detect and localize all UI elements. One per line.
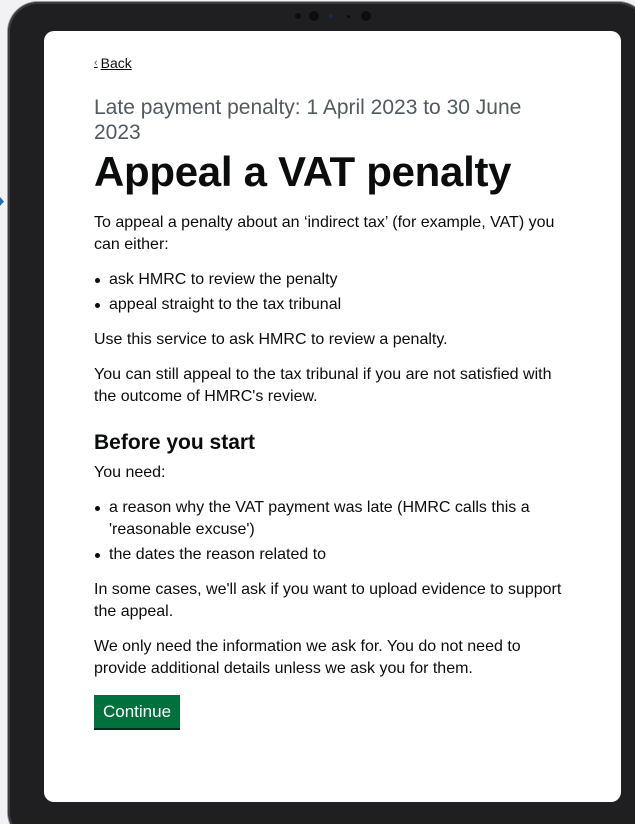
list-item: the dates the reason related to <box>94 544 564 566</box>
tablet-frame: ‹ Back Late payment penalty: 1 April 202… <box>8 2 635 824</box>
sensor-dot <box>347 15 350 18</box>
back-link[interactable]: ‹ Back <box>94 55 132 71</box>
before-you-start-heading: Before you start <box>94 431 256 454</box>
appeal-options-list: ask HMRC to review the penalty appeal st… <box>94 269 564 316</box>
canvas: ‹ Back Late payment penalty: 1 April 202… <box>0 0 635 824</box>
sensor-dot <box>295 13 301 19</box>
side-marker-arrow <box>0 197 4 206</box>
requirements-list: a reason why the VAT payment was late (H… <box>94 497 564 566</box>
list-item: appeal straight to the tax tribunal <box>94 294 564 316</box>
list-item: ask HMRC to review the penalty <box>94 269 564 291</box>
sensor-dot <box>329 14 333 18</box>
service-note: Use this service to ask HMRC to review a… <box>94 331 448 348</box>
camera-strip <box>293 10 383 22</box>
continue-button[interactable]: Continue <box>94 695 181 728</box>
intro-paragraph: To appeal a penalty about an ‘indirect t… <box>94 214 555 253</box>
list-item: a reason why the VAT payment was late (H… <box>94 497 564 541</box>
you-need-lead: You need: <box>94 464 166 481</box>
chevron-left-icon: ‹ <box>94 57 98 69</box>
tribunal-note: You can still appeal to the tax tribunal… <box>94 366 552 405</box>
camera-lens <box>309 11 319 21</box>
screen: ‹ Back Late payment penalty: 1 April 202… <box>44 31 621 802</box>
page-title: Appeal a VAT penalty <box>94 148 512 195</box>
back-link-label: Back <box>100 55 132 71</box>
main-content: ‹ Back Late payment penalty: 1 April 202… <box>94 53 564 728</box>
page-caption: Late payment penalty: 1 April 2023 to 30… <box>94 96 522 144</box>
info-note: We only need the information we ask for.… <box>94 638 521 677</box>
camera-lens <box>361 11 371 21</box>
evidence-note: In some cases, we'll ask if you want to … <box>94 581 562 620</box>
